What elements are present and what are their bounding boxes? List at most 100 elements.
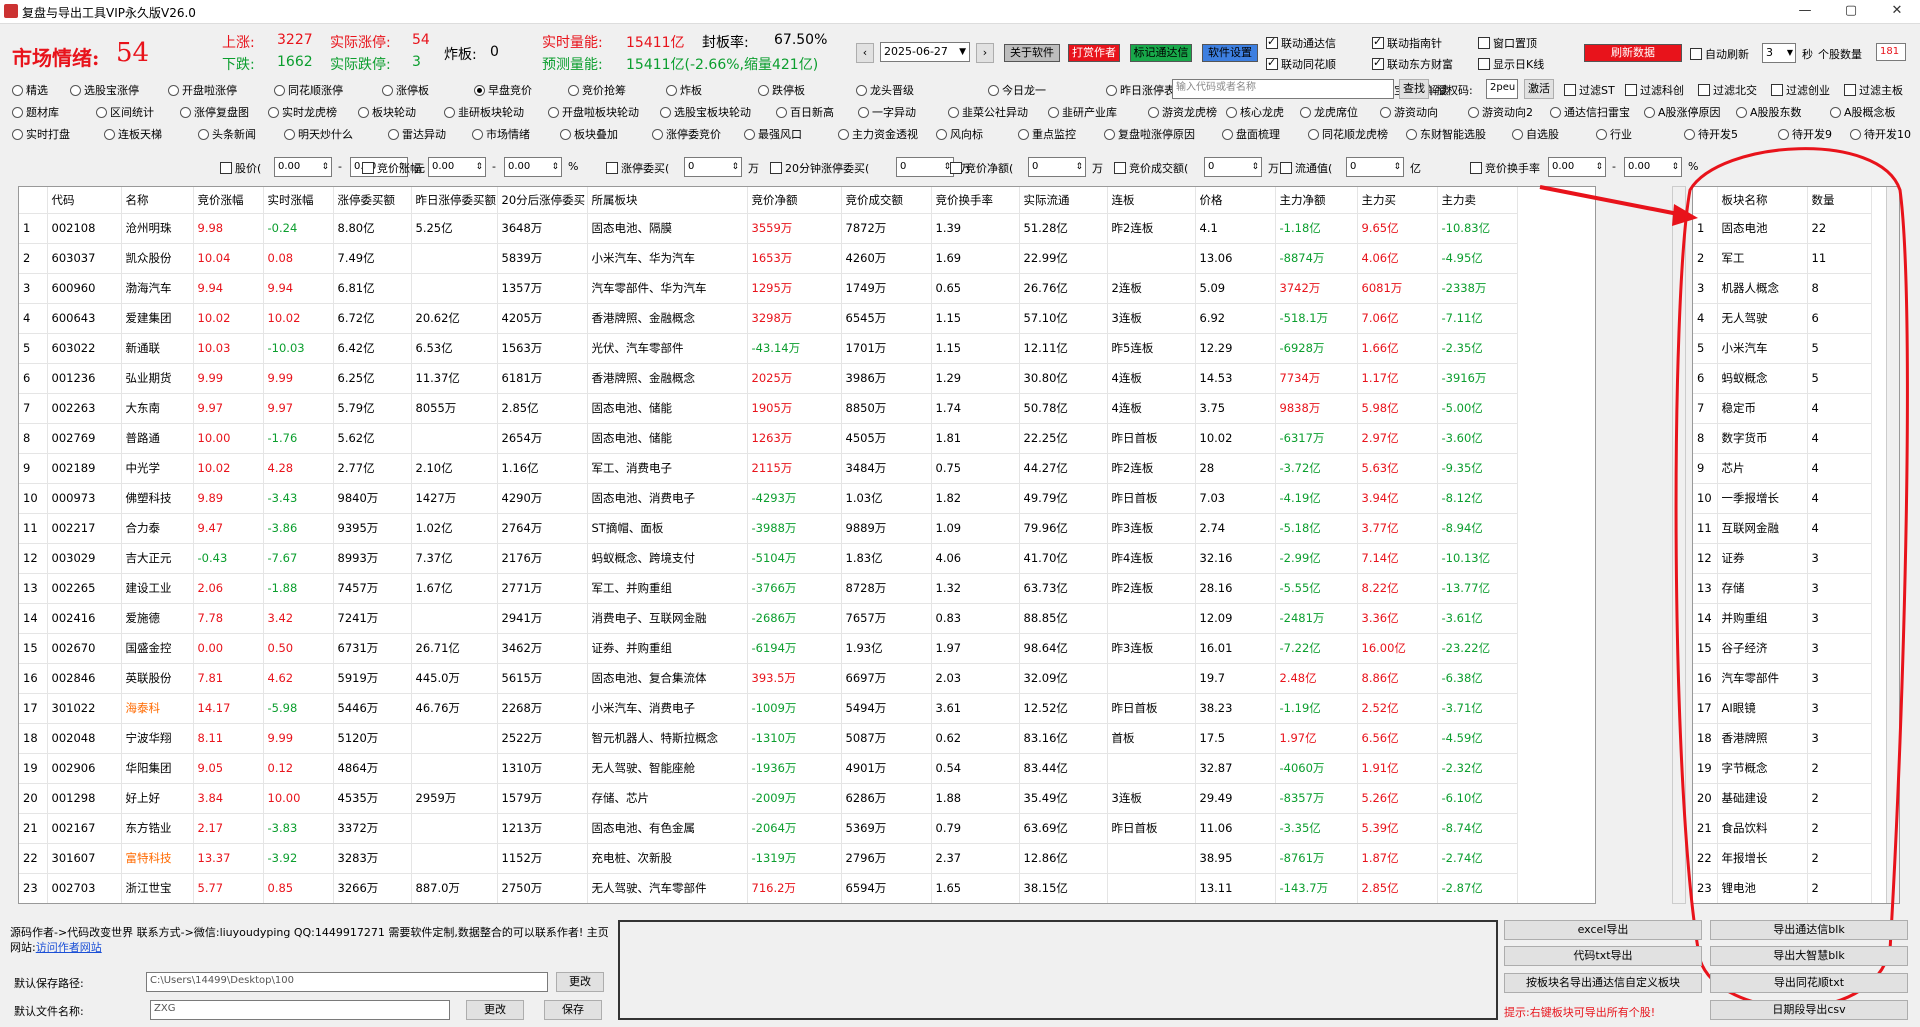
mode-radio-1-13[interactable]: 核心龙虎 — [1226, 104, 1284, 120]
column-header[interactable]: 主力卖 — [1437, 187, 1518, 214]
sector-row[interactable]: 21 食品饮料 2 — [1693, 813, 1872, 844]
mode-radio-0-9[interactable]: 龙头晋级 — [856, 82, 914, 98]
column-header[interactable] — [19, 187, 48, 214]
sector-row[interactable]: 12 证券 3 — [1693, 543, 1872, 574]
column-header[interactable]: 竞价净额 — [747, 187, 842, 214]
range-filter-checkbox[interactable]: 竞价涨幅 — [362, 160, 421, 176]
mode-radio-2-15[interactable]: 东财智能选股 — [1406, 126, 1486, 142]
filter-bj-checkbox[interactable]: 过滤北交 — [1698, 82, 1757, 98]
sector-row[interactable]: 13 存储 3 — [1693, 573, 1872, 604]
table-row[interactable]: 23 002703 浙江世宝 5.77 0.85 3266万 887.0万 2750万 无人驾驶… — [19, 873, 1518, 903]
range-filter-checkbox[interactable]: 竞价换手率 — [1470, 160, 1540, 176]
link-znz-checkbox[interactable]: 联动指南针 — [1372, 35, 1442, 51]
sector-column-header[interactable] — [1693, 187, 1718, 214]
range-from-spin[interactable]: 0.00 ⇕ — [428, 157, 486, 177]
author-site-link[interactable]: 访问作者网站 — [36, 941, 102, 954]
search-button[interactable]: 查找 — [1399, 79, 1429, 99]
sector-row[interactable]: 23 锂电池 2 — [1693, 873, 1872, 903]
sector-row[interactable]: 1 固态电池 22 — [1693, 213, 1872, 244]
mode-radio-1-15[interactable]: 游资动向 — [1380, 104, 1438, 120]
mode-radio-2-9[interactable]: 主力资金透视 — [838, 126, 918, 142]
mode-radio-2-2[interactable]: 头条新闻 — [198, 126, 256, 142]
mode-radio-1-4[interactable]: 板块轮动 — [358, 104, 416, 120]
search-input[interactable]: 输入代码或者名称 — [1172, 79, 1394, 99]
table-row[interactable]: 19 002906 华阳集团 9.05 0.12 4864万 1310万 无人驾驶、智能座舱 -… — [19, 753, 1518, 784]
table-row[interactable]: 3 600960 渤海汽车 9.94 9.94 6.81亿 1357万 汽车零部件、华为汽车 1… — [19, 273, 1518, 304]
mode-radio-1-16[interactable]: 游资动向2 — [1468, 104, 1533, 120]
mode-radio-2-6[interactable]: 板块叠加 — [560, 126, 618, 142]
link-ths-checkbox[interactable]: 联动同花顺 — [1266, 56, 1336, 72]
mode-radio-1-10[interactable]: 韭菜公社异动 — [948, 104, 1028, 120]
sector-row[interactable]: 15 谷子经济 3 — [1693, 633, 1872, 664]
range-filter-checkbox[interactable]: 竞价净额( — [950, 160, 1013, 176]
mode-radio-1-20[interactable]: A股概念板 — [1830, 104, 1896, 120]
column-header[interactable]: 价格 — [1195, 187, 1276, 214]
mode-radio-2-17[interactable]: 行业 — [1596, 126, 1632, 142]
filter-cy-checkbox[interactable]: 过滤创业 — [1771, 82, 1830, 98]
link-dfcf-checkbox[interactable]: 联动东方财富 — [1372, 56, 1453, 72]
range-filter-checkbox[interactable]: 20分钟涨停委买( — [770, 160, 869, 176]
filter-st-checkbox[interactable]: 过滤ST — [1564, 82, 1615, 98]
mode-radio-2-3[interactable]: 明天炒什么 — [284, 126, 353, 142]
sector-row[interactable]: 2 军工 11 — [1693, 243, 1872, 274]
table-row[interactable]: 18 002048 宁波华翔 8.11 9.99 5120万 2522万 智元机器人、特斯拉概… — [19, 723, 1518, 754]
mode-radio-0-7[interactable]: 炸板 — [666, 82, 702, 98]
table-row[interactable]: 22 301607 富特科技 13.37 -3.92 3283万 1152万 充电桩、次新股 -… — [19, 843, 1518, 874]
sector-row[interactable]: 6 蚂蚁概念 5 — [1693, 363, 1872, 394]
filter-kc-checkbox[interactable]: 过滤科创 — [1625, 82, 1684, 98]
range-from-spin[interactable]: 0 ⇕ — [684, 157, 742, 177]
range-to-spin[interactable]: 0.00 ⇕ — [1624, 157, 1682, 177]
count-field[interactable]: 181 — [1876, 43, 1906, 61]
mode-radio-2-10[interactable]: 风向标 — [936, 126, 983, 142]
mode-radio-0-5[interactable]: 早盘竞价 — [474, 82, 532, 98]
sector-column-header[interactable]: 数量 — [1807, 187, 1872, 214]
sector-row[interactable]: 4 无人驾驶 6 — [1693, 303, 1872, 334]
sector-row[interactable]: 16 汽车零部件 3 — [1693, 663, 1872, 694]
mode-radio-2-11[interactable]: 重点监控 — [1018, 126, 1076, 142]
mode-radio-0-2[interactable]: 开盘啦涨停 — [168, 82, 237, 98]
table-row[interactable]: 13 002265 建设工业 2.06 -1.88 7457万 1.67亿 2771万 军工、并… — [19, 573, 1518, 604]
mode-radio-2-12[interactable]: 复盘啦涨停原因 — [1104, 126, 1195, 142]
table-row[interactable]: 17 301022 海泰科 14.17 -5.98 5446万 46.76万 2268万 小米汽… — [19, 693, 1518, 724]
range-from-spin[interactable]: 0.00 ⇕ — [1548, 157, 1606, 177]
table-row[interactable]: 2 603037 凯众股份 10.04 0.08 7.49亿 5839万 小米汽车、华为汽车 1… — [19, 243, 1518, 274]
sector-export-tdx-button[interactable]: 按板块名导出通达信自定义板块 — [1504, 973, 1702, 993]
next-date-button[interactable]: › — [976, 43, 994, 63]
column-header[interactable]: 竞价换手率 — [931, 187, 1020, 214]
table-row[interactable]: 6 001236 弘业期货 9.99 9.99 6.25亿 11.37亿 6181万 香港牌照、… — [19, 363, 1518, 394]
change-path-button[interactable]: 更改 — [556, 972, 604, 992]
mode-radio-0-10[interactable]: 今日龙一 — [988, 82, 1046, 98]
mode-radio-1-1[interactable]: 区间统计 — [96, 104, 154, 120]
window-top-checkbox[interactable]: 窗口置顶 — [1478, 35, 1537, 51]
range-filter-checkbox[interactable]: 股价( — [220, 160, 261, 176]
column-header[interactable]: 昨日涨停委买额 — [411, 187, 498, 214]
mode-radio-2-7[interactable]: 涨停委竞价 — [652, 126, 721, 142]
date-select[interactable]: 2025-06-27 ▼ — [880, 42, 970, 62]
range-from-spin[interactable]: 0 ⇕ — [1346, 157, 1404, 177]
table-row[interactable]: 21 002167 东方锆业 2.17 -3.83 3372万 1213万 固态电池、有色金属… — [19, 813, 1518, 844]
mode-radio-1-5[interactable]: 韭研板块轮动 — [444, 104, 524, 120]
minimize-icon[interactable]: — — [1782, 0, 1828, 24]
auth-field[interactable]: 2peu — [1486, 79, 1518, 99]
auto-refresh-checkbox[interactable]: 自动刷新 — [1690, 46, 1749, 62]
interval-select[interactable]: 3 ▼ — [1762, 43, 1796, 63]
sector-row[interactable]: 5 小米汽车 5 — [1693, 333, 1872, 364]
sector-row[interactable]: 17 AI眼镜 3 — [1693, 693, 1872, 724]
mode-radio-1-0[interactable]: 题材库 — [12, 104, 59, 120]
export-tdx-blk-button[interactable]: 导出通达信blk — [1710, 920, 1908, 940]
sector-row[interactable]: 10 一季报增长 4 — [1693, 483, 1872, 514]
mode-radio-0-1[interactable]: 选股宝涨停 — [70, 82, 139, 98]
column-header[interactable]: 20分后涨停委买 — [497, 187, 588, 214]
link-tdx-checkbox[interactable]: 联动通达信 — [1266, 35, 1336, 51]
table-row[interactable]: 16 002846 英联股份 7.81 4.62 5919万 445.0万 5615万 固态电池… — [19, 663, 1518, 694]
range-from-spin[interactable]: 0 ⇕ — [1204, 157, 1262, 177]
mode-radio-0-0[interactable]: 精选 — [12, 82, 48, 98]
mode-radio-1-8[interactable]: 百日新高 — [776, 104, 834, 120]
reward-button[interactable]: 打赏作者 — [1068, 44, 1120, 62]
close-icon[interactable]: ✕ — [1874, 0, 1920, 24]
mode-radio-2-5[interactable]: 市场情绪 — [472, 126, 530, 142]
table-row[interactable]: 15 002670 国盛金控 0.00 0.50 6731万 26.71亿 3462万 证券、并… — [19, 633, 1518, 664]
mode-radio-0-6[interactable]: 竞价抢筹 — [568, 82, 626, 98]
column-header[interactable]: 竞价涨幅 — [193, 187, 264, 214]
mode-radio-1-3[interactable]: 实时龙虎榜 — [268, 104, 337, 120]
